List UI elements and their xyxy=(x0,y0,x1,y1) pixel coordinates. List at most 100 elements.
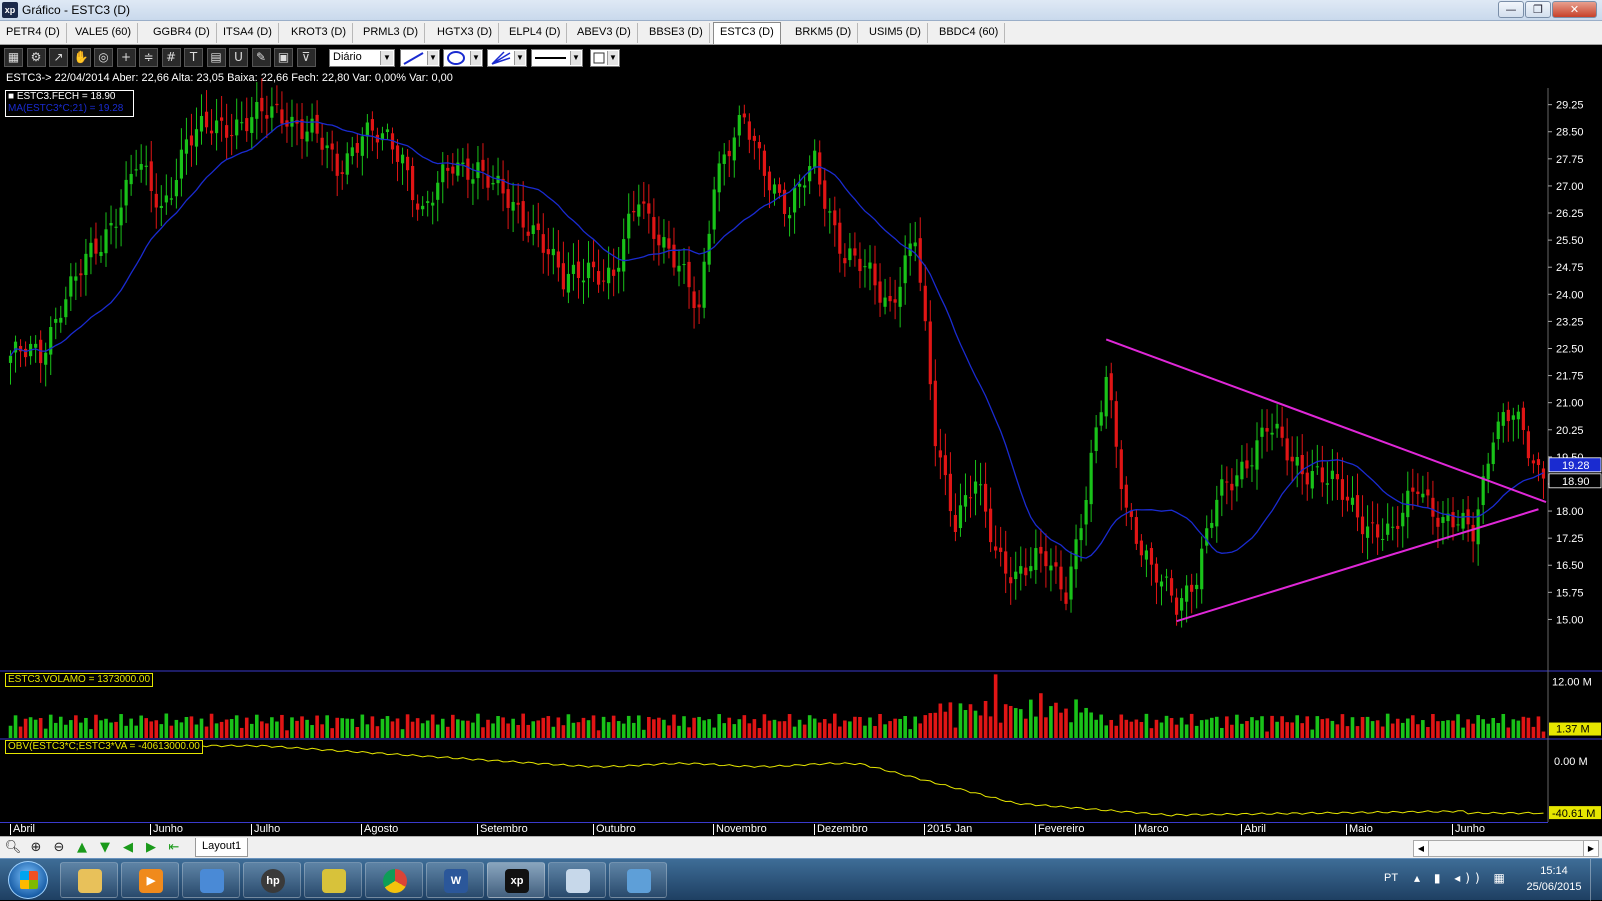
volume-bar xyxy=(169,725,174,738)
volume-bar xyxy=(1431,714,1435,738)
volume-bar xyxy=(199,718,204,738)
candle-body xyxy=(1245,460,1249,469)
layout-tab[interactable]: Layout1 xyxy=(195,838,249,857)
zoom-in-icon[interactable]: ⊕ xyxy=(27,840,45,856)
volume-bar xyxy=(531,721,536,738)
taskbar-photos[interactable] xyxy=(609,862,667,898)
candle-body xyxy=(727,150,731,157)
candle-body xyxy=(315,114,319,134)
candle-body xyxy=(1531,460,1536,464)
volume-bar xyxy=(596,730,601,738)
volume-bar xyxy=(89,729,93,738)
price-tick-label: 27.00 xyxy=(1556,181,1584,193)
price-tick-label: 21.75 xyxy=(1556,371,1584,383)
taskbar-paint[interactable] xyxy=(548,862,606,898)
candle-body xyxy=(848,248,852,261)
price-tick-label: 23.25 xyxy=(1556,316,1584,328)
search-icon[interactable]: 🔍︎ xyxy=(4,840,22,856)
month-label: Setembro xyxy=(477,824,528,835)
candle-body xyxy=(1536,459,1541,466)
candle-body xyxy=(923,285,927,322)
tray-icons[interactable]: ▴ ▮ ◂)) ▦ xyxy=(1414,871,1510,885)
trendline-resistance[interactable] xyxy=(1105,338,1547,503)
candle-body xyxy=(652,217,656,239)
month-label: Outubro xyxy=(593,824,636,835)
taskbar-media-player[interactable]: ▶ xyxy=(121,862,179,898)
price-chart[interactable]: 29.25 28.50 27.75 27.00 26.25 25.50 24.75 24.00… xyxy=(0,0,1602,858)
volume-legend: ESTC3.VOLAMO = 1373000.00 xyxy=(5,673,154,687)
volume-bar xyxy=(521,713,525,738)
taskbar-notepad[interactable] xyxy=(304,862,362,898)
arrow-right-icon[interactable]: ▶ xyxy=(142,840,160,856)
arrow-left-icon[interactable]: ◀ xyxy=(119,840,137,856)
candle-body xyxy=(1164,576,1169,578)
arrow-down-icon[interactable]: ▼ xyxy=(96,840,114,856)
taskbar-word[interactable]: W xyxy=(426,862,484,898)
candle-body xyxy=(1079,528,1083,541)
candle-body xyxy=(1109,373,1113,401)
price-axis: 29.25 28.50 27.75 27.00 26.25 25.50 24.75 24.00… xyxy=(1548,100,1584,626)
tray-language[interactable]: PT xyxy=(1384,872,1398,884)
taskbar-network[interactable] xyxy=(182,862,240,898)
volume-bar xyxy=(405,714,410,738)
start-button[interactable] xyxy=(8,861,48,899)
volume-bar xyxy=(1079,712,1083,738)
candle-body xyxy=(134,169,138,171)
candle-body xyxy=(883,297,887,307)
candle-body xyxy=(1365,526,1370,538)
volume-bar xyxy=(1129,721,1134,738)
candle-body xyxy=(89,242,93,258)
volume-bar xyxy=(174,719,179,738)
candle-body xyxy=(1396,525,1400,529)
volume-bar xyxy=(692,717,696,738)
candle-body xyxy=(1059,566,1063,590)
volume-bar xyxy=(1320,719,1325,738)
scroll-thumb[interactable] xyxy=(1429,841,1583,856)
candle-body xyxy=(1345,496,1350,501)
volume-bar xyxy=(978,715,983,738)
arrow-up-icon[interactable]: ▲ xyxy=(73,840,91,856)
candle-body xyxy=(54,318,58,323)
candle-body xyxy=(305,131,309,142)
scroll-right-icon[interactable]: ▶ xyxy=(1583,841,1598,856)
month-label: Junho xyxy=(1452,824,1485,835)
candle-body xyxy=(536,223,540,231)
candle-body xyxy=(79,273,83,276)
taskbar-chrome[interactable] xyxy=(365,862,423,898)
price-tick-label: 17.25 xyxy=(1556,533,1584,545)
taskbar-explorer[interactable] xyxy=(60,862,118,898)
volume-bar xyxy=(621,723,626,738)
volume-bar xyxy=(345,718,350,738)
scroll-left-icon[interactable]: ◀ xyxy=(1414,841,1429,856)
clock-time[interactable]: 15:14 xyxy=(1532,865,1576,877)
candle-body xyxy=(1436,517,1440,527)
candle-body xyxy=(1004,551,1008,574)
candle-body xyxy=(199,115,204,132)
volume-bar xyxy=(963,710,968,738)
volume-bar xyxy=(1018,709,1023,738)
volume-bar xyxy=(1240,723,1244,738)
volume-bar xyxy=(848,721,852,738)
candle-body xyxy=(591,261,596,268)
candle-body xyxy=(878,281,882,303)
candle-body xyxy=(149,161,153,191)
clock-date[interactable]: 25/06/2015 xyxy=(1520,881,1588,893)
candle-body xyxy=(672,244,676,268)
taskbar-xp[interactable]: xp xyxy=(487,862,545,898)
volume-bar xyxy=(928,713,933,738)
zoom-out-icon[interactable]: ⊖ xyxy=(50,840,68,856)
price-legend: ■ ESTC3.FECH = 18.90 MA(ESTC3*C;21) = 19… xyxy=(5,90,134,117)
volume-bar xyxy=(687,727,691,738)
horizontal-scrollbar[interactable]: ◀ ▶ xyxy=(1413,840,1599,857)
volume-bar xyxy=(285,730,289,738)
taskbar-hp[interactable]: hp xyxy=(243,862,301,898)
candle-body xyxy=(1044,551,1048,567)
volume-bar xyxy=(224,719,229,738)
volume-bar xyxy=(511,718,515,738)
volume-bar xyxy=(1209,717,1214,738)
volume-bar xyxy=(390,721,395,738)
volume-bar xyxy=(375,726,380,738)
candle-body xyxy=(928,321,932,385)
arrow-end-icon[interactable]: ⇤ xyxy=(165,840,183,856)
show-desktop-button[interactable] xyxy=(1590,859,1602,901)
